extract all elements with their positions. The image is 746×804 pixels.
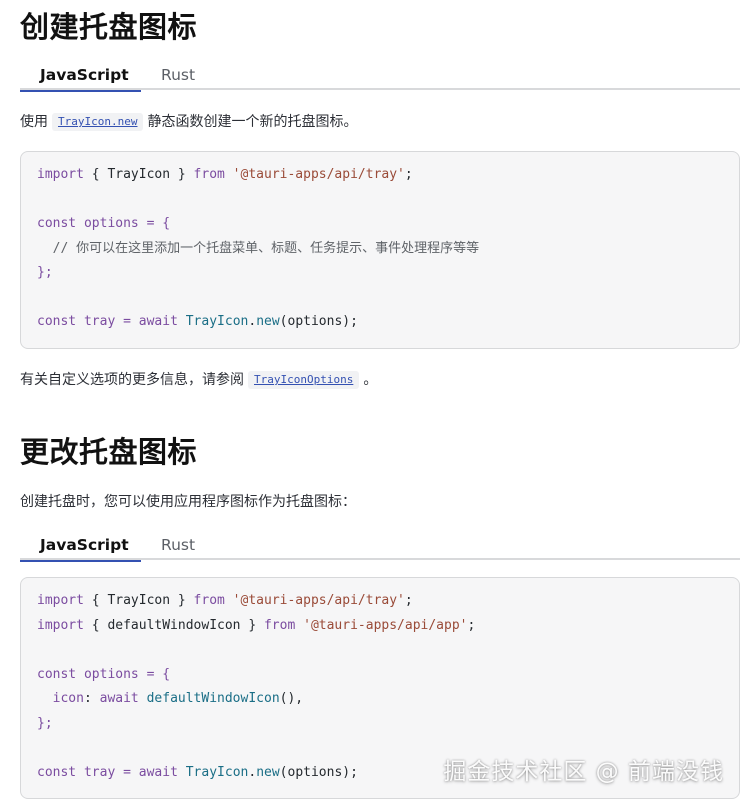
intro-prefix: 使用	[20, 114, 48, 130]
code-line: const options = {	[37, 216, 171, 231]
intro-paragraph-change: 创建托盘时，您可以使用应用程序图标作为托盘图标：	[20, 494, 356, 510]
code-line: };	[37, 265, 53, 280]
code-line: const options = {	[37, 667, 171, 682]
tab-javascript[interactable]: JavaScript	[20, 60, 141, 92]
code-line: const tray = await TrayIcon.new(options)…	[37, 314, 358, 329]
code-line: import { TrayIcon } from '@tauri-apps/ap…	[37, 593, 413, 608]
section-title-create-tray: 创建托盘图标	[20, 10, 198, 44]
trayiconoptions-link[interactable]: TrayIconOptions	[248, 371, 360, 389]
code-line: import { TrayIcon } from '@tauri-apps/ap…	[37, 167, 413, 182]
outro-suffix: 。	[363, 372, 378, 388]
intro-paragraph-create: 使用 TrayIcon.new 静态函数创建一个新的托盘图标。	[20, 112, 357, 132]
code-tabs-change: JavaScript Rust	[20, 530, 740, 562]
tab-javascript[interactable]: JavaScript	[20, 530, 141, 562]
code-line: };	[37, 716, 53, 731]
outro-paragraph-create: 有关自定义选项的更多信息，请参阅 TrayIconOptions。	[20, 370, 377, 390]
code-line: // 你可以在这里添加一个托盘菜单、标题、任务提示、事件处理程序等等	[37, 241, 480, 256]
code-tabs-create: JavaScript Rust	[20, 60, 740, 92]
code-line: icon: await defaultWindowIcon(),	[37, 691, 304, 706]
trayicon-new-link[interactable]: TrayIcon.new	[52, 113, 144, 131]
intro-suffix: 静态函数创建一个新的托盘图标。	[147, 114, 358, 130]
tab-rust[interactable]: Rust	[141, 60, 215, 90]
outro-prefix: 有关自定义选项的更多信息，请参阅	[20, 372, 244, 388]
code-block-create: import { TrayIcon } from '@tauri-apps/ap…	[20, 151, 740, 349]
section-title-change-icon: 更改托盘图标	[20, 435, 198, 469]
watermark-text: 掘金技术社区 @ 前端没钱	[443, 759, 724, 785]
tab-rust[interactable]: Rust	[141, 530, 215, 560]
code-line: const tray = await TrayIcon.new(options)…	[37, 765, 358, 780]
code-line: import { defaultWindowIcon } from '@taur…	[37, 618, 476, 633]
